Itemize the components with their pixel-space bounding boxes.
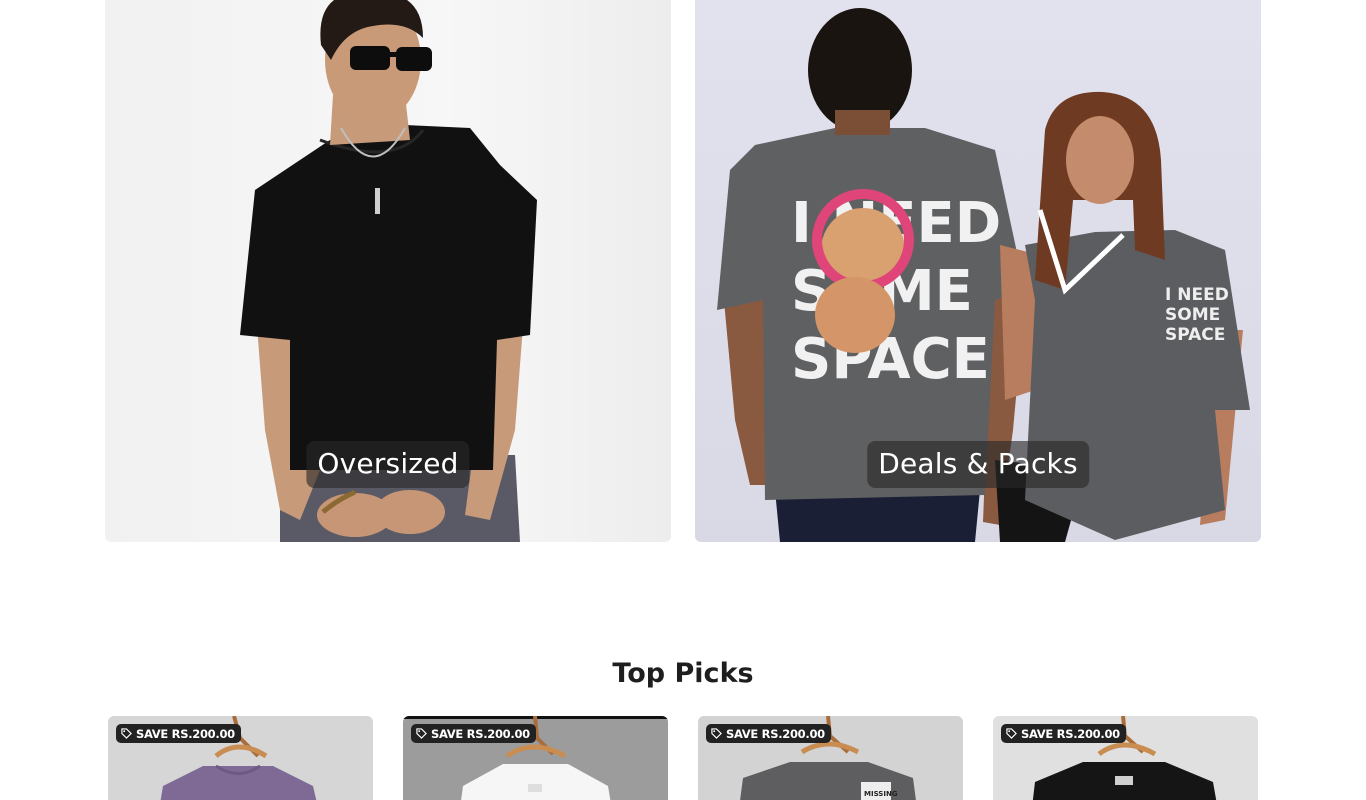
save-badge-text: SAVE RS.200.00 bbox=[1021, 726, 1120, 741]
save-badge-text: SAVE RS.200.00 bbox=[431, 726, 530, 741]
save-badge-text: SAVE RS.200.00 bbox=[136, 726, 235, 741]
product-card[interactable]: MISSING SAVE RS.200.00 bbox=[698, 716, 963, 800]
svg-text:SPACE: SPACE bbox=[1165, 325, 1225, 345]
save-badge: SAVE RS.200.00 bbox=[116, 724, 241, 743]
collection-label-deals-packs: Deals & Packs bbox=[867, 441, 1089, 488]
svg-text:I NEED: I NEED bbox=[1165, 285, 1229, 305]
shirt-print-line-3: SPACE bbox=[791, 327, 990, 392]
product-card[interactable]: SAVE RS.200.00 bbox=[108, 716, 373, 800]
save-badge: SAVE RS.200.00 bbox=[1001, 724, 1126, 743]
price-tag-icon bbox=[711, 728, 722, 739]
top-picks-title: Top Picks bbox=[612, 658, 754, 689]
save-badge: SAVE RS.200.00 bbox=[706, 724, 831, 743]
save-badge-text: SAVE RS.200.00 bbox=[726, 726, 825, 741]
price-tag-icon bbox=[121, 728, 132, 739]
save-badge: SAVE RS.200.00 bbox=[411, 724, 536, 743]
tee-print-text: MISSING bbox=[864, 790, 898, 798]
svg-text:SOME: SOME bbox=[1165, 305, 1220, 325]
price-tag-icon bbox=[416, 728, 427, 739]
collection-card-oversized[interactable]: Oversized bbox=[105, 0, 671, 542]
collection-label-oversized: Oversized bbox=[306, 441, 470, 488]
collection-card-deals-packs[interactable]: I NEED SOME SPACE I NEED SOME SPACE Deal… bbox=[695, 0, 1261, 542]
price-tag-icon bbox=[1006, 728, 1017, 739]
product-card[interactable]: SAVE RS.200.00 bbox=[993, 716, 1258, 800]
product-card[interactable]: SAVE RS.200.00 bbox=[403, 716, 668, 800]
